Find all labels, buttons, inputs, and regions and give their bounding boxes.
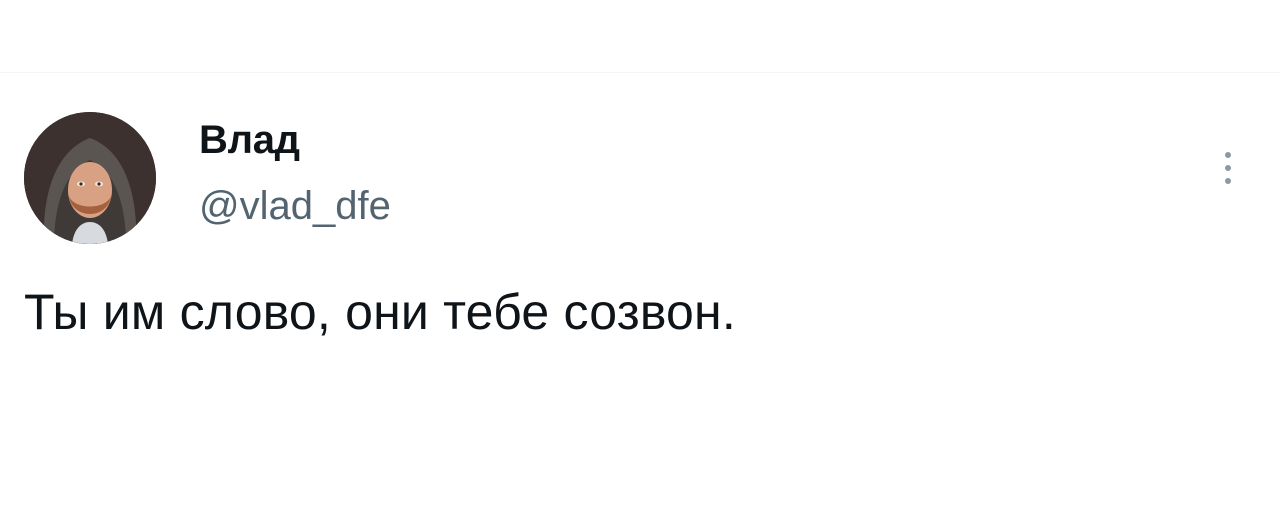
tweet-card: Влад @vlad_dfe Ты им слово, они тебе соз…: [0, 0, 1280, 513]
author-avatar[interactable]: [24, 112, 156, 244]
author-display-name[interactable]: Влад: [199, 118, 300, 163]
more-vertical-icon-dot: [1225, 165, 1231, 171]
author-handle[interactable]: @vlad_dfe: [199, 184, 391, 229]
avatar-image: [24, 112, 156, 244]
more-vertical-icon: [1225, 152, 1231, 158]
more-options-button[interactable]: [1208, 140, 1248, 196]
more-vertical-icon-dot: [1225, 178, 1231, 184]
tweet-text: Ты им слово, они тебе созвон.: [24, 284, 736, 340]
